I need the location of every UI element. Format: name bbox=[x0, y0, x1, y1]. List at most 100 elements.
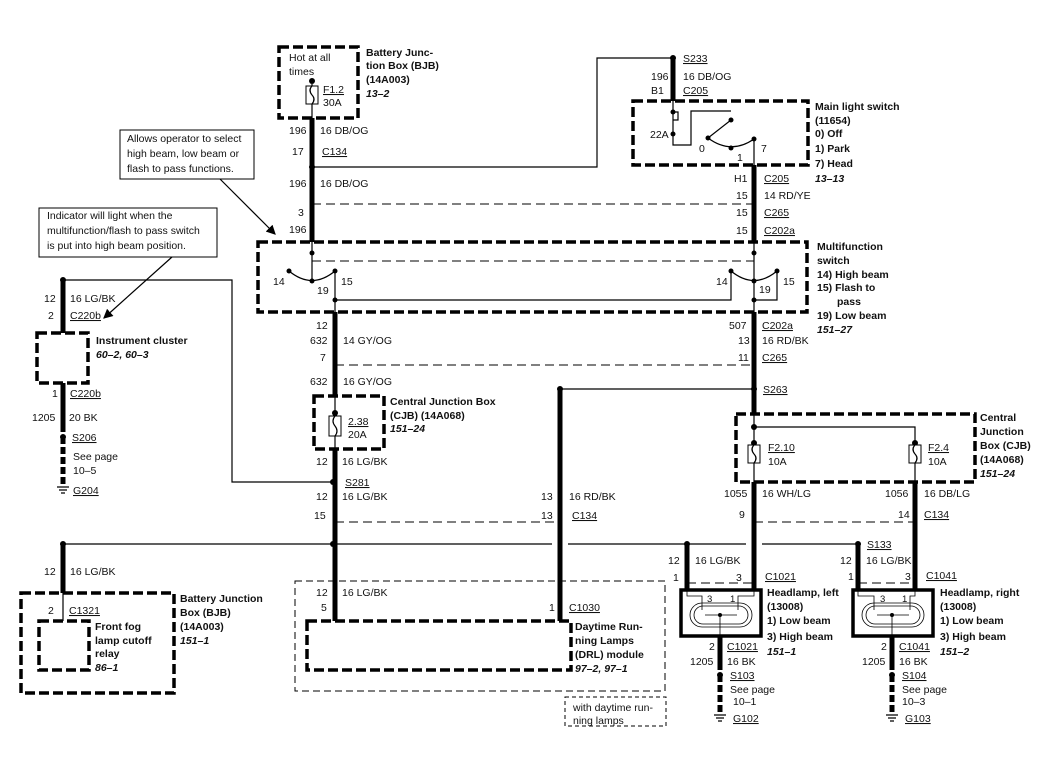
diagram-label: 3 bbox=[736, 572, 742, 584]
diagram-label: (14A068) bbox=[980, 454, 1024, 466]
diagram-label: 1 bbox=[52, 388, 58, 400]
diagram-label: 14 GY/OG bbox=[343, 335, 392, 347]
arrow-icon bbox=[219, 178, 276, 235]
diagram-label: 12 bbox=[316, 320, 328, 332]
fuse-rating: 30A bbox=[323, 97, 342, 109]
diagram-label: F2.4 bbox=[928, 442, 949, 454]
diagram-label: C202a bbox=[762, 320, 793, 332]
diagram-label: Front fog bbox=[95, 621, 141, 633]
ground-icon bbox=[886, 714, 898, 722]
fuse-label: F1.2 bbox=[323, 84, 344, 96]
diagram-label: 15 bbox=[736, 225, 748, 237]
diagram-label: 1) Low beam bbox=[767, 615, 831, 627]
central-junction-box-small: 2.38 20A Central Junction Box (CJB) (14A… bbox=[312, 394, 496, 451]
diagram-label: 12 bbox=[316, 491, 328, 503]
diagram-label: 1) Low beam bbox=[940, 615, 1004, 627]
component-name: (14A003) bbox=[366, 74, 410, 86]
diagram-label: 196 bbox=[289, 178, 307, 190]
diagram-label: Indicator will light when the bbox=[47, 210, 173, 222]
diagram-label: 19) Low beam bbox=[817, 310, 886, 322]
diagram-label: 10–3 bbox=[902, 696, 926, 708]
diagram-label: 15 bbox=[736, 190, 748, 202]
diagram-label: 16 LG/BK bbox=[70, 566, 116, 578]
diagram-label: 1 bbox=[737, 152, 743, 164]
diagram-label: S263 bbox=[763, 384, 788, 396]
diagram-label: 10–5 bbox=[73, 465, 97, 477]
diagram-label: F2.10 bbox=[768, 442, 795, 454]
component-name: tion Box (BJB) bbox=[366, 60, 439, 72]
diagram-label: 16 LG/BK bbox=[342, 491, 388, 503]
diagram-label: 151–2 bbox=[940, 646, 969, 658]
diagram-label: 1) Park bbox=[815, 143, 850, 155]
diagram-label: 16 LG/BK bbox=[342, 587, 388, 599]
diagram-label: 10–1 bbox=[733, 696, 757, 708]
diagram-label: C205 bbox=[683, 85, 708, 97]
cjb-output-labels: 12 16 LG/BK S281 12 16 LG/BK 15 13 16 RD… bbox=[314, 456, 616, 522]
diagram-label: (13008) bbox=[767, 601, 803, 613]
diagram-label: 1 bbox=[549, 602, 555, 614]
diagram-label: 13 bbox=[738, 335, 750, 347]
diagram-label: 20A bbox=[348, 429, 367, 441]
diagram-label: C1321 bbox=[69, 605, 100, 617]
diagram-label: multifunction/flash to pass switch bbox=[47, 225, 200, 237]
main-switch-output-labels: H1 C205 15 14 RD/YE 15 C265 15 C202a bbox=[734, 173, 811, 237]
diagram-label: 2 bbox=[881, 641, 887, 653]
diagram-label: See page bbox=[730, 684, 775, 696]
diagram-label: 60–2, 60–3 bbox=[96, 349, 149, 361]
diagram-label: 13 bbox=[541, 491, 553, 503]
diagram-label: (14A003) bbox=[180, 621, 224, 633]
ground-icon bbox=[57, 486, 69, 494]
diagram-label: C220b bbox=[70, 310, 101, 322]
diagram-label: G102 bbox=[733, 713, 759, 725]
diagram-label: C1030 bbox=[569, 602, 600, 614]
diagram-label: 151–1 bbox=[767, 646, 796, 658]
diagram-label: 16 DB/OG bbox=[683, 71, 731, 83]
diagram-label: S104 bbox=[902, 670, 927, 682]
diagram-label: 86–1 bbox=[95, 662, 119, 674]
ground-icon bbox=[714, 714, 726, 722]
diagram-label: 507 bbox=[729, 320, 747, 332]
diagram-label: Allows operator to select bbox=[127, 133, 241, 145]
battery-junction-box-top: Hot at all times F1.2 30A Battery Junc- … bbox=[277, 45, 439, 120]
diagram-label: 151–1 bbox=[180, 635, 209, 647]
diagram-label: G103 bbox=[905, 713, 931, 725]
diagram-label: lamp cutoff bbox=[95, 635, 152, 647]
diagram-label: C220b bbox=[70, 388, 101, 400]
diagram-label: 16 LG/BK bbox=[695, 555, 741, 567]
switch-blade bbox=[707, 119, 732, 139]
diagram-label: 15 bbox=[736, 207, 748, 219]
diagram-label: 196 bbox=[289, 125, 307, 137]
diagram-label: 15 bbox=[341, 276, 353, 288]
diagram-label: S233 bbox=[683, 53, 708, 65]
diagram-label: switch bbox=[817, 255, 850, 267]
diagram-label: C265 bbox=[762, 352, 787, 364]
diagram-label: Main light switch bbox=[815, 101, 900, 113]
diagram-label: 16 DB/OG bbox=[320, 178, 368, 190]
diagram-label: high beam, low beam or bbox=[127, 148, 240, 160]
diagram-label: 0 bbox=[699, 143, 705, 155]
diagram-label: 1205 bbox=[690, 656, 714, 668]
diagram-label: B1 bbox=[651, 85, 664, 97]
diagram-label: 1 bbox=[730, 594, 735, 605]
diagram-label: flash to pass functions. bbox=[127, 163, 234, 175]
diagram-label: relay bbox=[95, 648, 120, 660]
diagram-label: 2 bbox=[48, 605, 54, 617]
diagram-label: 2 bbox=[709, 641, 715, 653]
diagram-label: S206 bbox=[72, 432, 97, 444]
diagram-label: G204 bbox=[73, 485, 99, 497]
diagram-label: 16 BK bbox=[899, 656, 928, 668]
diagram-label: 14 RD/YE bbox=[764, 190, 811, 202]
page-ref: 13–2 bbox=[366, 88, 390, 100]
diagram-label: 5 bbox=[321, 602, 327, 614]
diagram-label: 0) Off bbox=[815, 128, 843, 140]
label: times bbox=[289, 66, 314, 78]
diagram-label: 7 bbox=[761, 143, 767, 155]
left-column-labels: 12 632 14 GY/OG 7 632 16 GY/OG bbox=[310, 320, 392, 388]
diagram-label: 16 DB/LG bbox=[924, 488, 970, 500]
diagram-label: Central bbox=[980, 412, 1016, 424]
diagram-label: C1021 bbox=[765, 571, 796, 583]
diagram-label: 3 bbox=[905, 571, 911, 583]
diagram-label: 16 WH/LG bbox=[762, 488, 811, 500]
diagram-label: with daytime run- bbox=[572, 702, 653, 714]
multifunction-switch: 14 19 15 14 19 15 Multifunction switch 1… bbox=[256, 240, 889, 336]
